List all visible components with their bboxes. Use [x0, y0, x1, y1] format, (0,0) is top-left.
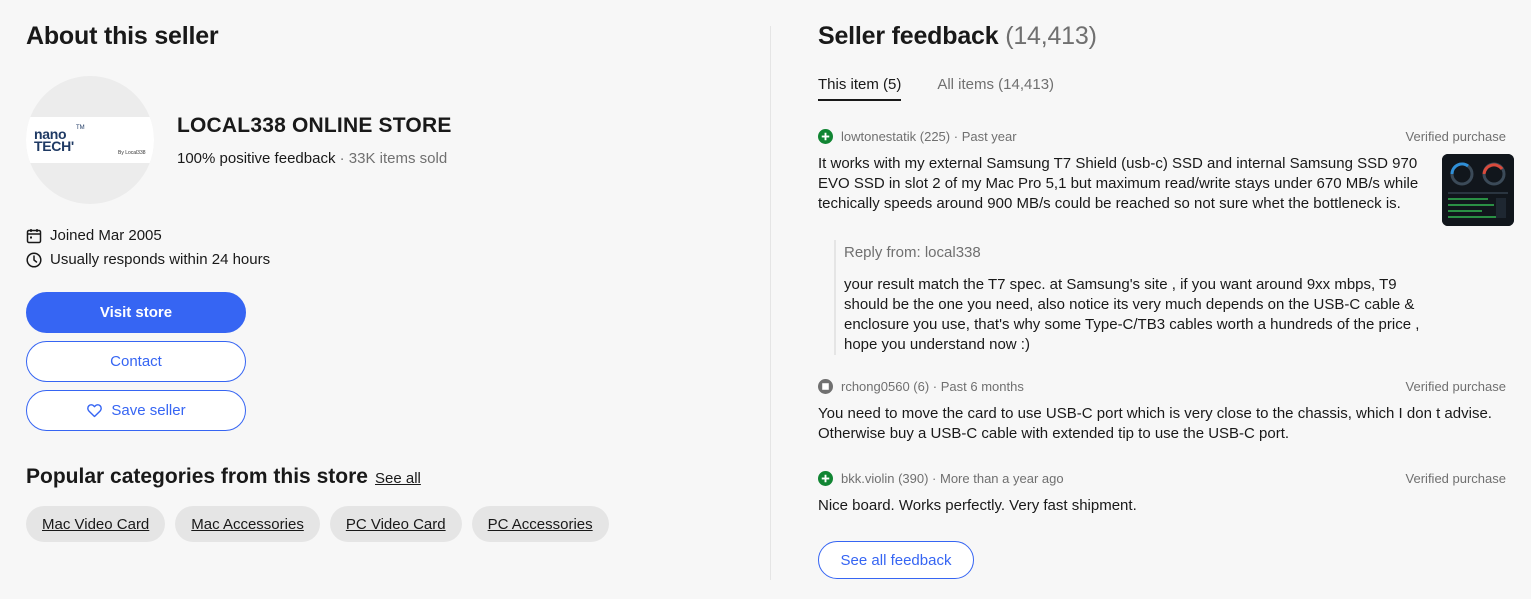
feedback-text: It works with my external Samsung T7 Shi…	[818, 155, 1419, 212]
category-chip[interactable]: Mac Accessories	[175, 506, 320, 542]
positive-feedback: 100% positive feedback	[177, 150, 336, 167]
contact-button[interactable]: Contact	[26, 341, 246, 382]
category-chip[interactable]: Mac Video Card	[26, 506, 166, 542]
verified-purchase: Verified purchase	[1405, 471, 1506, 486]
logo-trademark: TM	[76, 125, 85, 131]
neutral-rating-icon	[818, 379, 833, 394]
save-seller-button[interactable]: Save seller	[26, 390, 246, 431]
popular-categories-title: Popular categories from this store	[26, 465, 368, 488]
calendar-icon	[26, 228, 42, 243]
see-all-categories-link[interactable]: See all	[375, 470, 421, 487]
response-time: Usually responds within 24 hours	[50, 251, 271, 268]
verified-purchase: Verified purchase	[1405, 129, 1506, 144]
store-name[interactable]: LOCAL338 ONLINE STORE	[177, 114, 452, 138]
see-all-feedback-button[interactable]: See all feedback	[818, 541, 974, 579]
joined-row: Joined Mar 2005	[26, 227, 162, 244]
items-sold: 33K items sold	[348, 150, 448, 167]
seller-reply: Reply from: local338 your result match t…	[834, 240, 1434, 355]
feedback-header: lowtonestatik (225) · Past year Verified…	[818, 129, 1506, 144]
feedback-user: lowtonestatik (225) · Past year	[841, 129, 1017, 144]
tab-all-items[interactable]: All items (14,413)	[937, 76, 1054, 101]
store-stats: 100% positive feedback · 33K items sold	[177, 150, 447, 167]
store-logo[interactable]: nano TECH' TM By Local338	[26, 76, 154, 204]
category-chips: Mac Video Card Mac Accessories PC Video …	[26, 506, 609, 542]
feedback-header: rchong0560 (6) · Past 6 months Verified …	[818, 379, 1506, 394]
seller-feedback-section: Seller feedback (14,413) This item (5) A…	[818, 0, 1514, 599]
logo-wordmark: nano TECH'	[34, 126, 74, 154]
feedback-tabs: This item (5) All items (14,413)	[818, 76, 1054, 101]
positive-rating-icon	[818, 471, 833, 486]
about-seller-section: About this seller nano TECH' TM By Local3…	[26, 0, 746, 599]
clock-icon	[26, 251, 42, 268]
logo-band: nano TECH' TM By Local338	[26, 117, 154, 163]
feedback-user: rchong0560 (6) · Past 6 months	[841, 379, 1024, 394]
response-row: Usually responds within 24 hours	[26, 251, 270, 268]
stats-separator: ·	[339, 150, 345, 167]
feedback-photo-thumbnail[interactable]	[1442, 154, 1514, 226]
feedback-count: (14,413)	[1005, 22, 1097, 50]
category-chip[interactable]: PC Accessories	[471, 506, 609, 542]
save-seller-label: Save seller	[111, 402, 186, 419]
feedback-user: bkk.violin (390) · More than a year ago	[841, 471, 1064, 486]
positive-rating-icon	[818, 129, 833, 144]
verified-purchase: Verified purchase	[1405, 379, 1506, 394]
reply-text: your result match the T7 spec. at Samsun…	[844, 276, 1420, 353]
joined-date: Joined Mar 2005	[50, 227, 162, 244]
category-chip[interactable]: PC Video Card	[329, 506, 462, 542]
feedback-text: You need to move the card to use USB-C p…	[818, 405, 1492, 442]
feedback-text: Nice board. Works perfectly. Very fast s…	[818, 497, 1137, 514]
column-divider	[770, 26, 771, 580]
heart-icon	[87, 404, 103, 418]
reply-from: Reply from: local338	[844, 244, 981, 261]
disk-benchmark-image	[1442, 154, 1514, 226]
about-seller-title: About this seller	[26, 22, 219, 50]
logo-byline: By Local338	[118, 150, 146, 156]
seller-feedback-title: Seller feedback (14,413)	[818, 22, 1097, 50]
feedback-header: bkk.violin (390) · More than a year ago …	[818, 471, 1506, 486]
visit-store-button[interactable]: Visit store	[26, 292, 246, 333]
tab-this-item[interactable]: This item (5)	[818, 76, 902, 101]
